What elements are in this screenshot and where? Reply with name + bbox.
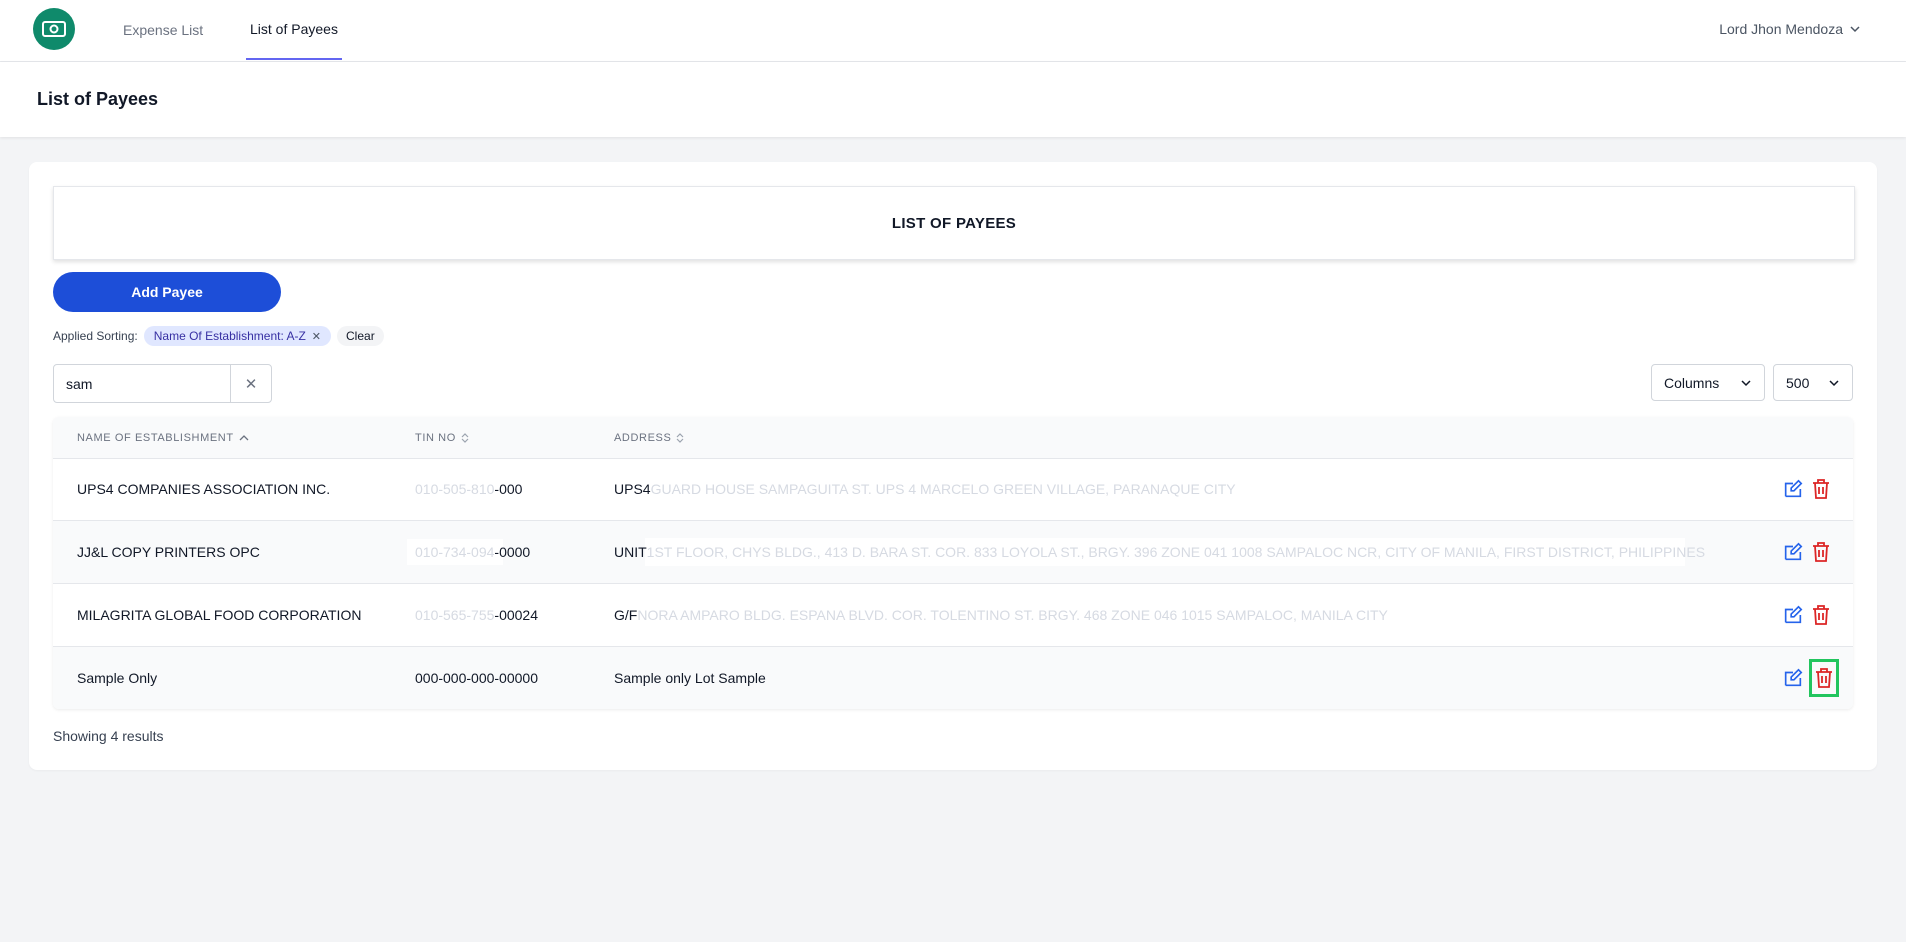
top-navbar: Expense List List of Payees Lord Jhon Me…	[0, 0, 1906, 62]
header-label: TIN NO	[415, 431, 456, 444]
header-name-of-establishment[interactable]: NAME OF ESTABLISHMENT	[77, 417, 249, 458]
cell-address: Sample only Lot Sample	[614, 647, 766, 709]
row-actions	[1781, 647, 1839, 709]
user-name: Lord Jhon Mendoza	[1719, 21, 1843, 37]
cell-name: MILAGRITA GLOBAL FOOD CORPORATION	[77, 607, 362, 623]
edit-icon[interactable]	[1781, 540, 1805, 564]
user-menu[interactable]: Lord Jhon Mendoza	[1719, 0, 1861, 58]
trash-icon[interactable]	[1809, 477, 1833, 501]
trash-icon[interactable]	[1809, 540, 1833, 564]
header-tin-no[interactable]: TIN NO	[415, 417, 469, 458]
cell-tin: 010-505-810 -000	[415, 458, 522, 520]
payees-table: NAME OF ESTABLISHMENT TIN NO ADDRESS UPS	[53, 417, 1853, 709]
nav-list-of-payees[interactable]: List of Payees	[246, 0, 342, 60]
trash-icon[interactable]	[1809, 659, 1839, 697]
search-input[interactable]	[54, 365, 230, 402]
row-actions	[1781, 521, 1833, 583]
chevron-down-icon	[1741, 379, 1751, 386]
chevron-down-icon	[1850, 26, 1860, 33]
page-header: List of Payees	[0, 62, 1906, 137]
tin-visible: -000	[494, 481, 523, 497]
nav-expense-list-label: Expense List	[123, 22, 204, 38]
table-row: MILAGRITA GLOBAL FOOD CORPORATION 010-56…	[53, 584, 1853, 647]
table-row: Sample Only 000-000-000-00000 Sample onl…	[53, 647, 1853, 709]
address-visible: G/F	[614, 607, 638, 623]
address-visible: UNIT	[614, 544, 647, 560]
edit-icon[interactable]	[1781, 603, 1805, 627]
address-visible: UPS4	[614, 481, 651, 497]
sort-icon	[461, 432, 469, 443]
chevron-down-icon	[1829, 379, 1839, 386]
sort-icon	[676, 432, 684, 443]
sort-asc-icon	[239, 434, 249, 440]
cell-tin: 010-734-094 -0000	[415, 521, 530, 583]
tin-visible: 000-000-000-00000	[415, 670, 538, 686]
results-count: Showing 4 results	[53, 728, 164, 744]
columns-label: Columns	[1664, 374, 1720, 391]
cell-address: UNIT 1ST FLOOR, CHYS BLDG., 413 D. BARA …	[614, 521, 1705, 583]
address-masked: 1ST FLOOR, CHYS BLDG., 413 D. BARA ST. C…	[646, 544, 1706, 560]
applied-sorting: Applied Sorting: Name Of Establishment: …	[53, 326, 384, 346]
table-row: UPS4 COMPANIES ASSOCIATION INC. 010-505-…	[53, 458, 1853, 521]
add-payee-button[interactable]: Add Payee	[53, 272, 281, 312]
nav-list-of-payees-label: List of Payees	[250, 21, 338, 37]
cell-address: G/F NORA AMPARO BLDG. ESPANA BLVD. COR. …	[614, 584, 1388, 646]
clear-search-icon[interactable]: ✕	[230, 365, 271, 402]
clear-sorting-button[interactable]: Clear	[337, 326, 384, 346]
nav-expense-list[interactable]: Expense List	[123, 0, 203, 60]
address-masked: GUARD HOUSE SAMPAGUITA ST. UPS 4 MARCELO…	[650, 481, 1236, 497]
sort-chip-label: Name Of Establishment: A-Z	[153, 329, 306, 343]
card-title: LIST OF PAYEES	[53, 186, 1855, 260]
tin-masked: 010-565-755	[415, 607, 495, 623]
tin-visible: -00024	[494, 607, 538, 623]
cell-name: UPS4 COMPANIES ASSOCIATION INC.	[77, 481, 331, 497]
money-bill-icon	[42, 21, 66, 37]
sort-chip: Name Of Establishment: A-Z ✕	[143, 326, 332, 346]
per-page-select[interactable]: 500	[1773, 364, 1853, 401]
row-actions	[1781, 458, 1833, 520]
applied-sorting-label: Applied Sorting:	[53, 329, 138, 343]
per-page-value: 500	[1786, 374, 1810, 391]
header-label: NAME OF ESTABLISHMENT	[77, 431, 234, 444]
page-title: List of Payees	[37, 89, 159, 109]
edit-icon[interactable]	[1781, 477, 1805, 501]
app-logo[interactable]	[33, 8, 75, 50]
cell-name: Sample Only	[77, 670, 158, 686]
cell-tin: 000-000-000-00000	[415, 647, 538, 709]
header-label: ADDRESS	[614, 431, 672, 444]
tin-visible: -0000	[494, 544, 531, 560]
row-actions	[1781, 584, 1833, 646]
address-visible: Sample only Lot Sample	[614, 670, 766, 686]
cell-name: JJ&L COPY PRINTERS OPC	[77, 544, 260, 560]
table-row: JJ&L COPY PRINTERS OPC 010-734-094 -0000 …	[53, 521, 1853, 584]
remove-sort-icon[interactable]: ✕	[312, 330, 321, 343]
cell-tin: 010-565-755 -00024	[415, 584, 538, 646]
trash-icon[interactable]	[1809, 603, 1833, 627]
address-masked: NORA AMPARO BLDG. ESPANA BLVD. COR. TOLE…	[637, 607, 1388, 623]
payees-card: LIST OF PAYEES Add Payee Applied Sorting…	[29, 162, 1877, 770]
edit-icon[interactable]	[1781, 666, 1805, 690]
cell-address: UPS4 GUARD HOUSE SAMPAGUITA ST. UPS 4 MA…	[614, 458, 1236, 520]
search-box: ✕	[53, 364, 272, 403]
header-address[interactable]: ADDRESS	[614, 417, 684, 458]
tin-masked: 010-505-810	[415, 481, 495, 497]
columns-dropdown[interactable]: Columns	[1651, 364, 1765, 401]
table-header: NAME OF ESTABLISHMENT TIN NO ADDRESS	[53, 417, 1853, 459]
tin-masked: 010-734-094	[415, 544, 495, 560]
